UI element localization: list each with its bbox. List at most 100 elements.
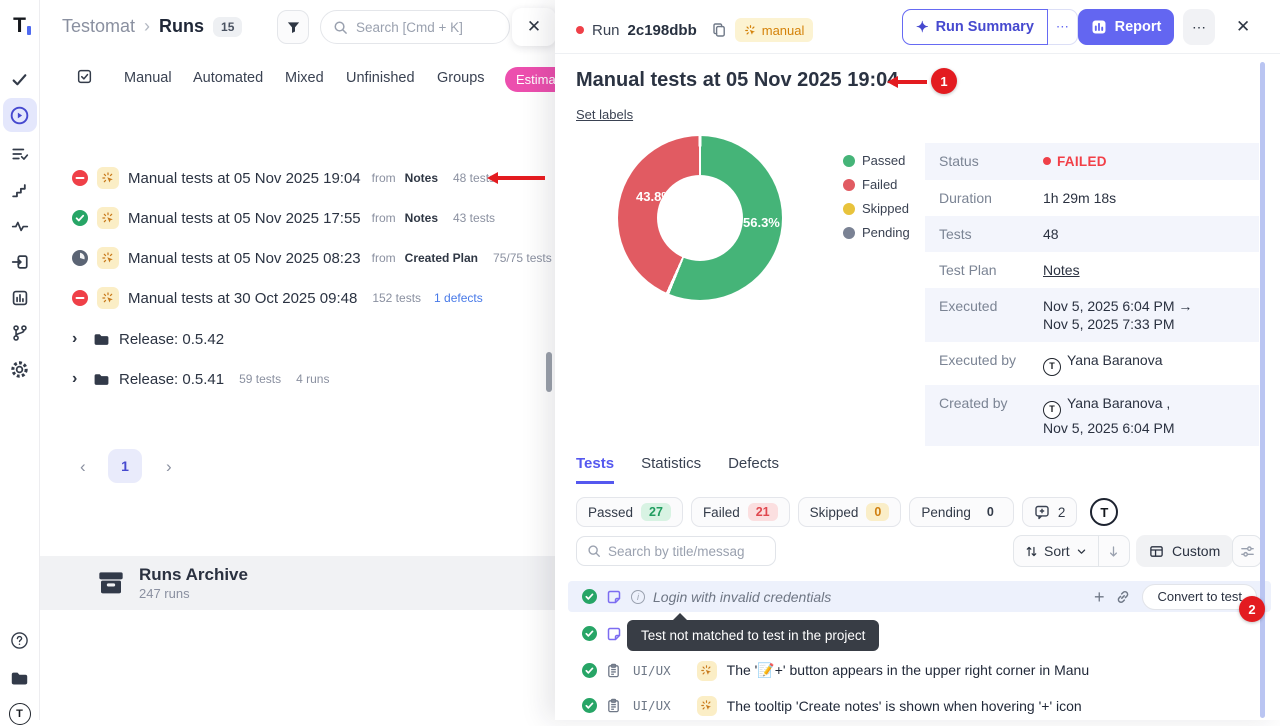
test-row[interactable]: UI/UX The '📝+' button appears in the upp…	[568, 655, 1271, 686]
tasks-check-icon[interactable]	[8, 67, 32, 91]
import-icon[interactable]	[8, 250, 32, 274]
runs-archive[interactable]: Runs Archive 247 runs	[40, 556, 555, 610]
run-summary-button[interactable]: ✦ Run Summary	[902, 9, 1048, 45]
chevron-down-icon	[1076, 546, 1087, 557]
run-summary-more-button[interactable]: ⋯	[1048, 9, 1078, 45]
run-title: Manual tests at 05 Nov 2025 17:55	[128, 210, 361, 227]
runs-nav-icon[interactable]	[3, 98, 37, 132]
add-icon[interactable]: +	[1094, 588, 1105, 606]
chevron-right-icon[interactable]: ›	[72, 370, 84, 388]
chevron-right-icon[interactable]: ›	[72, 330, 84, 348]
search-input[interactable]	[356, 20, 486, 35]
sort-direction-button[interactable]	[1099, 536, 1129, 566]
legend-passed: Passed	[862, 153, 905, 168]
tab-statistics[interactable]: Statistics	[641, 455, 701, 484]
logo-t-letter: T	[13, 15, 26, 36]
tab-groups[interactable]: Groups	[437, 70, 485, 86]
panel-close-button[interactable]: ✕	[512, 8, 556, 46]
folder-icon	[93, 371, 110, 388]
analytics-icon[interactable]	[8, 286, 32, 310]
folder-row[interactable]: › Release: 0.5.41 59 tests 4 runs	[72, 359, 552, 399]
test-row[interactable]: UI/UX The tooltip 'Create notes' is show…	[568, 690, 1271, 721]
manual-run-icon	[97, 167, 119, 189]
run-row[interactable]: Manual tests at 30 Oct 2025 09:48 152 te…	[72, 278, 552, 318]
annotation-arrow-run-row	[497, 176, 545, 180]
run-title: Manual tests at 30 Oct 2025 09:48	[128, 290, 357, 307]
tab-defects[interactable]: Defects	[728, 455, 779, 484]
assignee-avatar[interactable]: T	[1090, 498, 1118, 526]
in-progress-status-icon	[72, 250, 88, 266]
legend-dot-skipped	[843, 203, 855, 215]
detail-row-status: Status FAILED	[925, 143, 1259, 180]
breadcrumb-app[interactable]: Testomat	[62, 16, 135, 37]
link-icon[interactable]	[1115, 589, 1131, 605]
annotation-circle-1: 1	[931, 68, 957, 94]
run-row[interactable]: Manual tests at 05 Nov 2025 19:04 from N…	[72, 158, 552, 198]
chip-comments[interactable]: 2	[1022, 497, 1078, 527]
run-title: Manual tests at 05 Nov 2025 08:23	[128, 250, 361, 267]
chip-pending[interactable]: Pending0	[909, 497, 1014, 527]
filter-button[interactable]	[277, 10, 309, 44]
run-summary-label: Run Summary	[936, 19, 1034, 35]
legend-dot-pending	[843, 227, 855, 239]
pagination-next-button[interactable]: ›	[166, 457, 172, 477]
chip-failed[interactable]: Failed21	[691, 497, 790, 527]
manual-run-icon	[97, 207, 119, 229]
select-all-icon[interactable]	[76, 68, 93, 85]
folder-meta-tests: 59 tests	[239, 372, 281, 386]
manual-badge: manual	[735, 18, 814, 42]
tab-automated[interactable]: Automated	[193, 70, 263, 86]
pulse-icon[interactable]	[8, 214, 32, 238]
custom-view-button[interactable]: Custom	[1136, 535, 1233, 567]
steps-icon[interactable]	[8, 178, 32, 202]
breadcrumb-page: Runs	[159, 16, 204, 37]
report-label: Report	[1115, 19, 1162, 35]
test-plan-link[interactable]: Notes	[1043, 261, 1080, 279]
left-scrollbar-thumb[interactable]	[546, 352, 552, 392]
header-more-button[interactable]: ⋯	[1183, 9, 1215, 45]
projects-folder-icon[interactable]	[8, 666, 32, 690]
folder-row[interactable]: › Release: 0.5.42	[72, 319, 552, 359]
custom-label: Custom	[1172, 543, 1220, 559]
close-panel-icon[interactable]: ✕	[1236, 17, 1250, 37]
pagination-page-1[interactable]: 1	[108, 449, 142, 483]
run-row[interactable]: Manual tests at 05 Nov 2025 08:23 from C…	[72, 238, 552, 278]
report-button[interactable]: Report	[1078, 9, 1174, 45]
tests-search[interactable]	[576, 536, 776, 566]
comment-plus-icon	[1034, 504, 1050, 520]
help-icon[interactable]	[8, 628, 32, 652]
sort-button[interactable]: Sort	[1014, 536, 1099, 566]
test-tag: UI/UX	[633, 663, 671, 678]
passed-status-icon	[582, 589, 597, 604]
archive-title: Runs Archive	[139, 565, 248, 585]
right-scrollbar-thumb[interactable]	[1260, 62, 1265, 718]
legend-dot-passed	[843, 155, 855, 167]
tab-mixed[interactable]: Mixed	[285, 70, 324, 86]
chip-skipped[interactable]: Skipped0	[798, 497, 902, 527]
tab-unfinished[interactable]: Unfinished	[346, 70, 415, 86]
chip-passed[interactable]: Passed27	[576, 497, 683, 527]
account-avatar[interactable]: T	[8, 702, 32, 726]
test-row-note[interactable]: i Login with invalid credentials + Conve…	[568, 581, 1271, 612]
test-list-icon[interactable]	[8, 142, 32, 166]
failed-dot-icon	[1043, 157, 1051, 165]
settings-gear-icon[interactable]	[8, 357, 32, 381]
tab-manual[interactable]: Manual	[124, 70, 172, 86]
pagination-prev-button[interactable]: ‹	[80, 457, 86, 477]
run-row[interactable]: Manual tests at 05 Nov 2025 17:55 from N…	[72, 198, 552, 238]
display-settings-button[interactable]	[1232, 535, 1262, 567]
tests-search-input[interactable]	[608, 544, 758, 559]
copy-icon[interactable]	[711, 22, 727, 38]
detail-row-duration: Duration 1h 29m 18s	[925, 180, 1259, 216]
app-logo[interactable]: T	[8, 13, 32, 37]
set-labels-link[interactable]: Set labels	[576, 107, 633, 122]
passed-slice-label: 56.3%	[743, 215, 780, 230]
defects-link[interactable]: 1 defects	[434, 291, 483, 305]
folder-title: Release: 0.5.42	[119, 331, 224, 348]
detail-tabs: Tests Statistics Defects	[576, 455, 779, 484]
tab-tests[interactable]: Tests	[576, 455, 614, 484]
global-search[interactable]	[320, 10, 510, 44]
sliders-icon	[1240, 544, 1255, 559]
archive-subtitle: 247 runs	[139, 586, 248, 601]
branch-icon[interactable]	[8, 321, 32, 345]
